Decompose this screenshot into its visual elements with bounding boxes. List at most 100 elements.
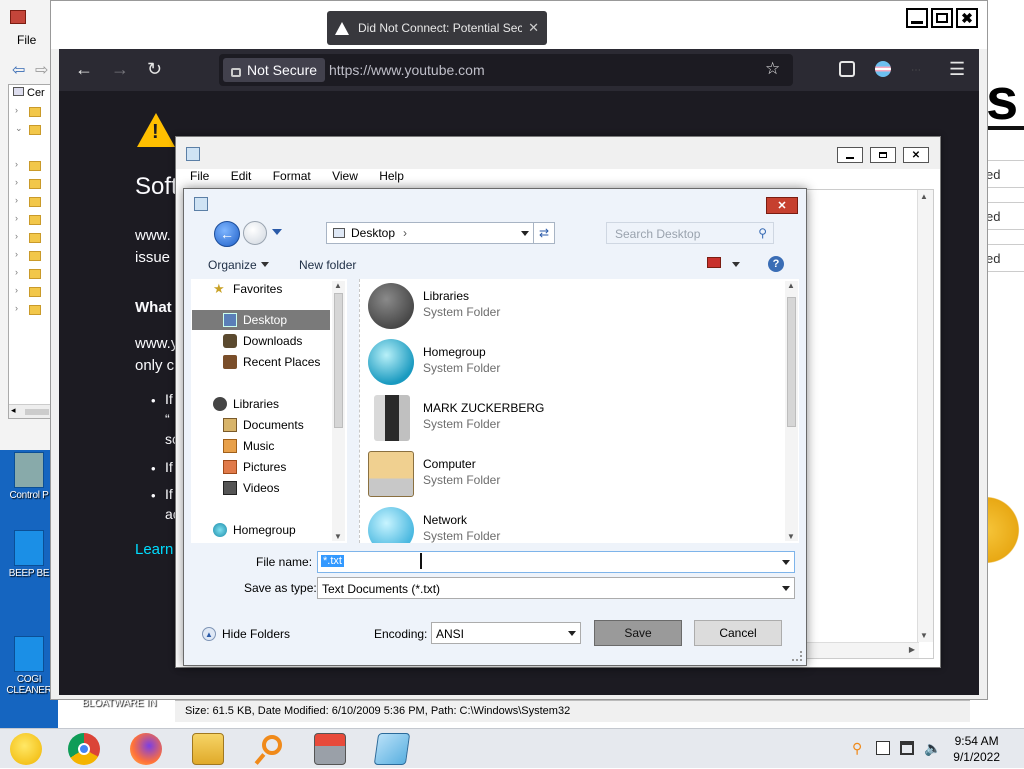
organize-button[interactable]: Organize (208, 258, 269, 272)
expand-icon[interactable]: › (15, 159, 18, 169)
expand-icon[interactable]: › (15, 213, 18, 223)
refresh-button[interactable]: ⇄ (533, 222, 555, 244)
scroll-thumb[interactable] (787, 297, 796, 427)
nav-downloads[interactable]: Downloads (223, 331, 302, 351)
expand-icon[interactable]: › (15, 303, 18, 313)
save-button[interactable]: Save (594, 620, 682, 646)
recent-locations-dropdown-icon[interactable] (272, 229, 282, 235)
not-secure-badge[interactable]: Not Secure (223, 58, 326, 82)
dialog-close-button[interactable]: ✕ (766, 197, 798, 214)
nav-recent-places[interactable]: Recent Places (223, 352, 320, 372)
expand-icon[interactable]: › (15, 285, 18, 295)
tree-row[interactable]: ⌄ (15, 123, 49, 139)
search-input[interactable]: Search Desktop ⚲ (606, 222, 774, 244)
file-name-dropdown-icon[interactable] (782, 560, 790, 565)
tree-row[interactable]: › (15, 177, 49, 193)
back-icon[interactable]: ← (75, 59, 93, 79)
save-as-dialog[interactable]: ✕ ← Desktop › ⇄ Search Desktop ⚲ Organiz… (183, 188, 807, 666)
menu-edit[interactable]: Edit (231, 169, 252, 183)
nav-homegroup[interactable]: Homegroup (213, 520, 296, 540)
address-bar[interactable]: Not Secure https://www.youtube.com ☆ (219, 54, 793, 86)
tree-row[interactable]: › (15, 303, 49, 319)
account-avatar-icon[interactable] (875, 61, 891, 77)
smiley-icon[interactable] (10, 733, 42, 765)
forward-button[interactable] (243, 221, 267, 245)
address-dropdown-icon[interactable] (521, 231, 529, 236)
back-button[interactable]: ← (214, 221, 240, 247)
tree-root-label[interactable]: Cer (13, 87, 45, 99)
menu-help[interactable]: Help (379, 169, 404, 183)
tree-row[interactable]: › (15, 195, 49, 211)
scroll-left-icon[interactable]: ◂ (11, 405, 16, 416)
list-item-homegroup[interactable]: Homegroup System Folder (368, 337, 768, 389)
scroll-up-icon[interactable]: ▲ (787, 281, 795, 290)
tree-row[interactable]: › (15, 231, 49, 247)
encoding-select[interactable]: ANSI (431, 622, 581, 644)
nav-music[interactable]: Music (223, 436, 274, 456)
background-explorer-window[interactable]: File ⇦ ⇨ Cer › ⌄ › › › › › › › › › ◂ (0, 0, 55, 450)
view-options-dropdown-icon[interactable] (732, 262, 740, 267)
nav-libraries[interactable]: Libraries (213, 394, 279, 414)
cancel-button[interactable]: Cancel (694, 620, 782, 646)
menu-hamburger-icon[interactable]: ☰ (949, 59, 965, 80)
action-center-icon[interactable] (876, 741, 890, 755)
extension-icon[interactable]: ⋯ (911, 65, 921, 76)
clock[interactable]: 9:54 AM 9/1/2022 (953, 733, 1000, 765)
tree-row[interactable]: › (15, 267, 49, 283)
menu-view[interactable]: View (332, 169, 358, 183)
pocket-icon[interactable] (839, 61, 855, 77)
expand-icon[interactable]: › (15, 105, 18, 115)
help-icon[interactable]: ? (768, 256, 784, 272)
nav-pictures[interactable]: Pictures (223, 457, 286, 477)
navigation-pane[interactable]: ★ Favorites Desktop Downloads Recent Plac… (191, 279, 347, 543)
nav-videos[interactable]: Videos (223, 478, 279, 498)
change-view-icon[interactable] (707, 257, 721, 268)
folder-icon[interactable] (192, 733, 224, 765)
file-list-scrollbar[interactable]: ▲ ▼ (785, 281, 798, 541)
scroll-down-icon[interactable]: ▼ (920, 631, 928, 640)
notepad-vertical-scrollbar[interactable]: ▲ ▼ (917, 190, 933, 642)
close-button[interactable]: ✖ (956, 8, 978, 28)
search-app-icon[interactable] (254, 733, 286, 765)
close-tab-icon[interactable]: ✕ (528, 20, 539, 36)
hide-folders-button[interactable]: ▲ Hide Folders (202, 627, 290, 641)
list-item-network[interactable]: Network System Folder (368, 505, 768, 543)
scroll-thumb[interactable] (25, 409, 49, 415)
list-item-user[interactable]: MARK ZUCKERBERG System Folder (368, 393, 768, 445)
tab-did-not-connect[interactable]: Did Not Connect: Potential Security Issu… (327, 11, 547, 45)
breadcrumb-desktop[interactable]: Desktop (351, 226, 395, 240)
scroll-right-icon[interactable]: ▶ (909, 645, 915, 654)
tree-row[interactable]: › (15, 105, 49, 121)
expand-icon[interactable]: › (15, 249, 18, 259)
tree-row[interactable]: › (15, 213, 49, 229)
menu-format[interactable]: Format (273, 169, 311, 183)
list-item-computer[interactable]: Computer System Folder (368, 449, 768, 501)
minimize-button[interactable] (906, 8, 928, 28)
menu-file[interactable]: File (190, 169, 209, 183)
chrome-icon[interactable] (68, 733, 100, 765)
tree-horizontal-scrollbar[interactable]: ◂ (9, 404, 52, 418)
tree-row[interactable]: › (15, 285, 49, 301)
nav-documents[interactable]: Documents (223, 415, 304, 435)
bookmark-star-icon[interactable]: ☆ (765, 59, 780, 79)
search-tray-icon[interactable]: ⚲ (852, 741, 866, 755)
notepad-app-icon[interactable] (373, 733, 411, 765)
toolbox-icon[interactable] (314, 733, 346, 765)
file-name-input[interactable]: *.txt (317, 551, 795, 573)
address-breadcrumb[interactable]: Desktop › (326, 222, 536, 244)
file-menu[interactable]: File (17, 33, 36, 47)
url-text[interactable]: https://www.youtube.com (329, 62, 485, 78)
list-item-libraries[interactable]: Libraries System Folder (368, 281, 768, 333)
save-as-type-select[interactable]: Text Documents (*.txt) (317, 577, 795, 599)
maximize-button[interactable] (931, 8, 953, 28)
network-tray-icon[interactable] (900, 741, 914, 755)
folder-tree[interactable]: Cer › ⌄ › › › › › › › › › ◂ (8, 84, 53, 419)
scroll-down-icon[interactable]: ▼ (334, 532, 342, 541)
forward-icon[interactable]: → (111, 59, 129, 79)
new-folder-button[interactable]: New folder (299, 258, 356, 272)
expand-icon[interactable]: › (15, 267, 18, 277)
scroll-up-icon[interactable]: ▲ (334, 281, 342, 290)
scroll-thumb[interactable] (334, 293, 343, 428)
learn-more-link[interactable]: Learn (135, 541, 173, 558)
resize-grip-icon[interactable] (792, 651, 802, 661)
